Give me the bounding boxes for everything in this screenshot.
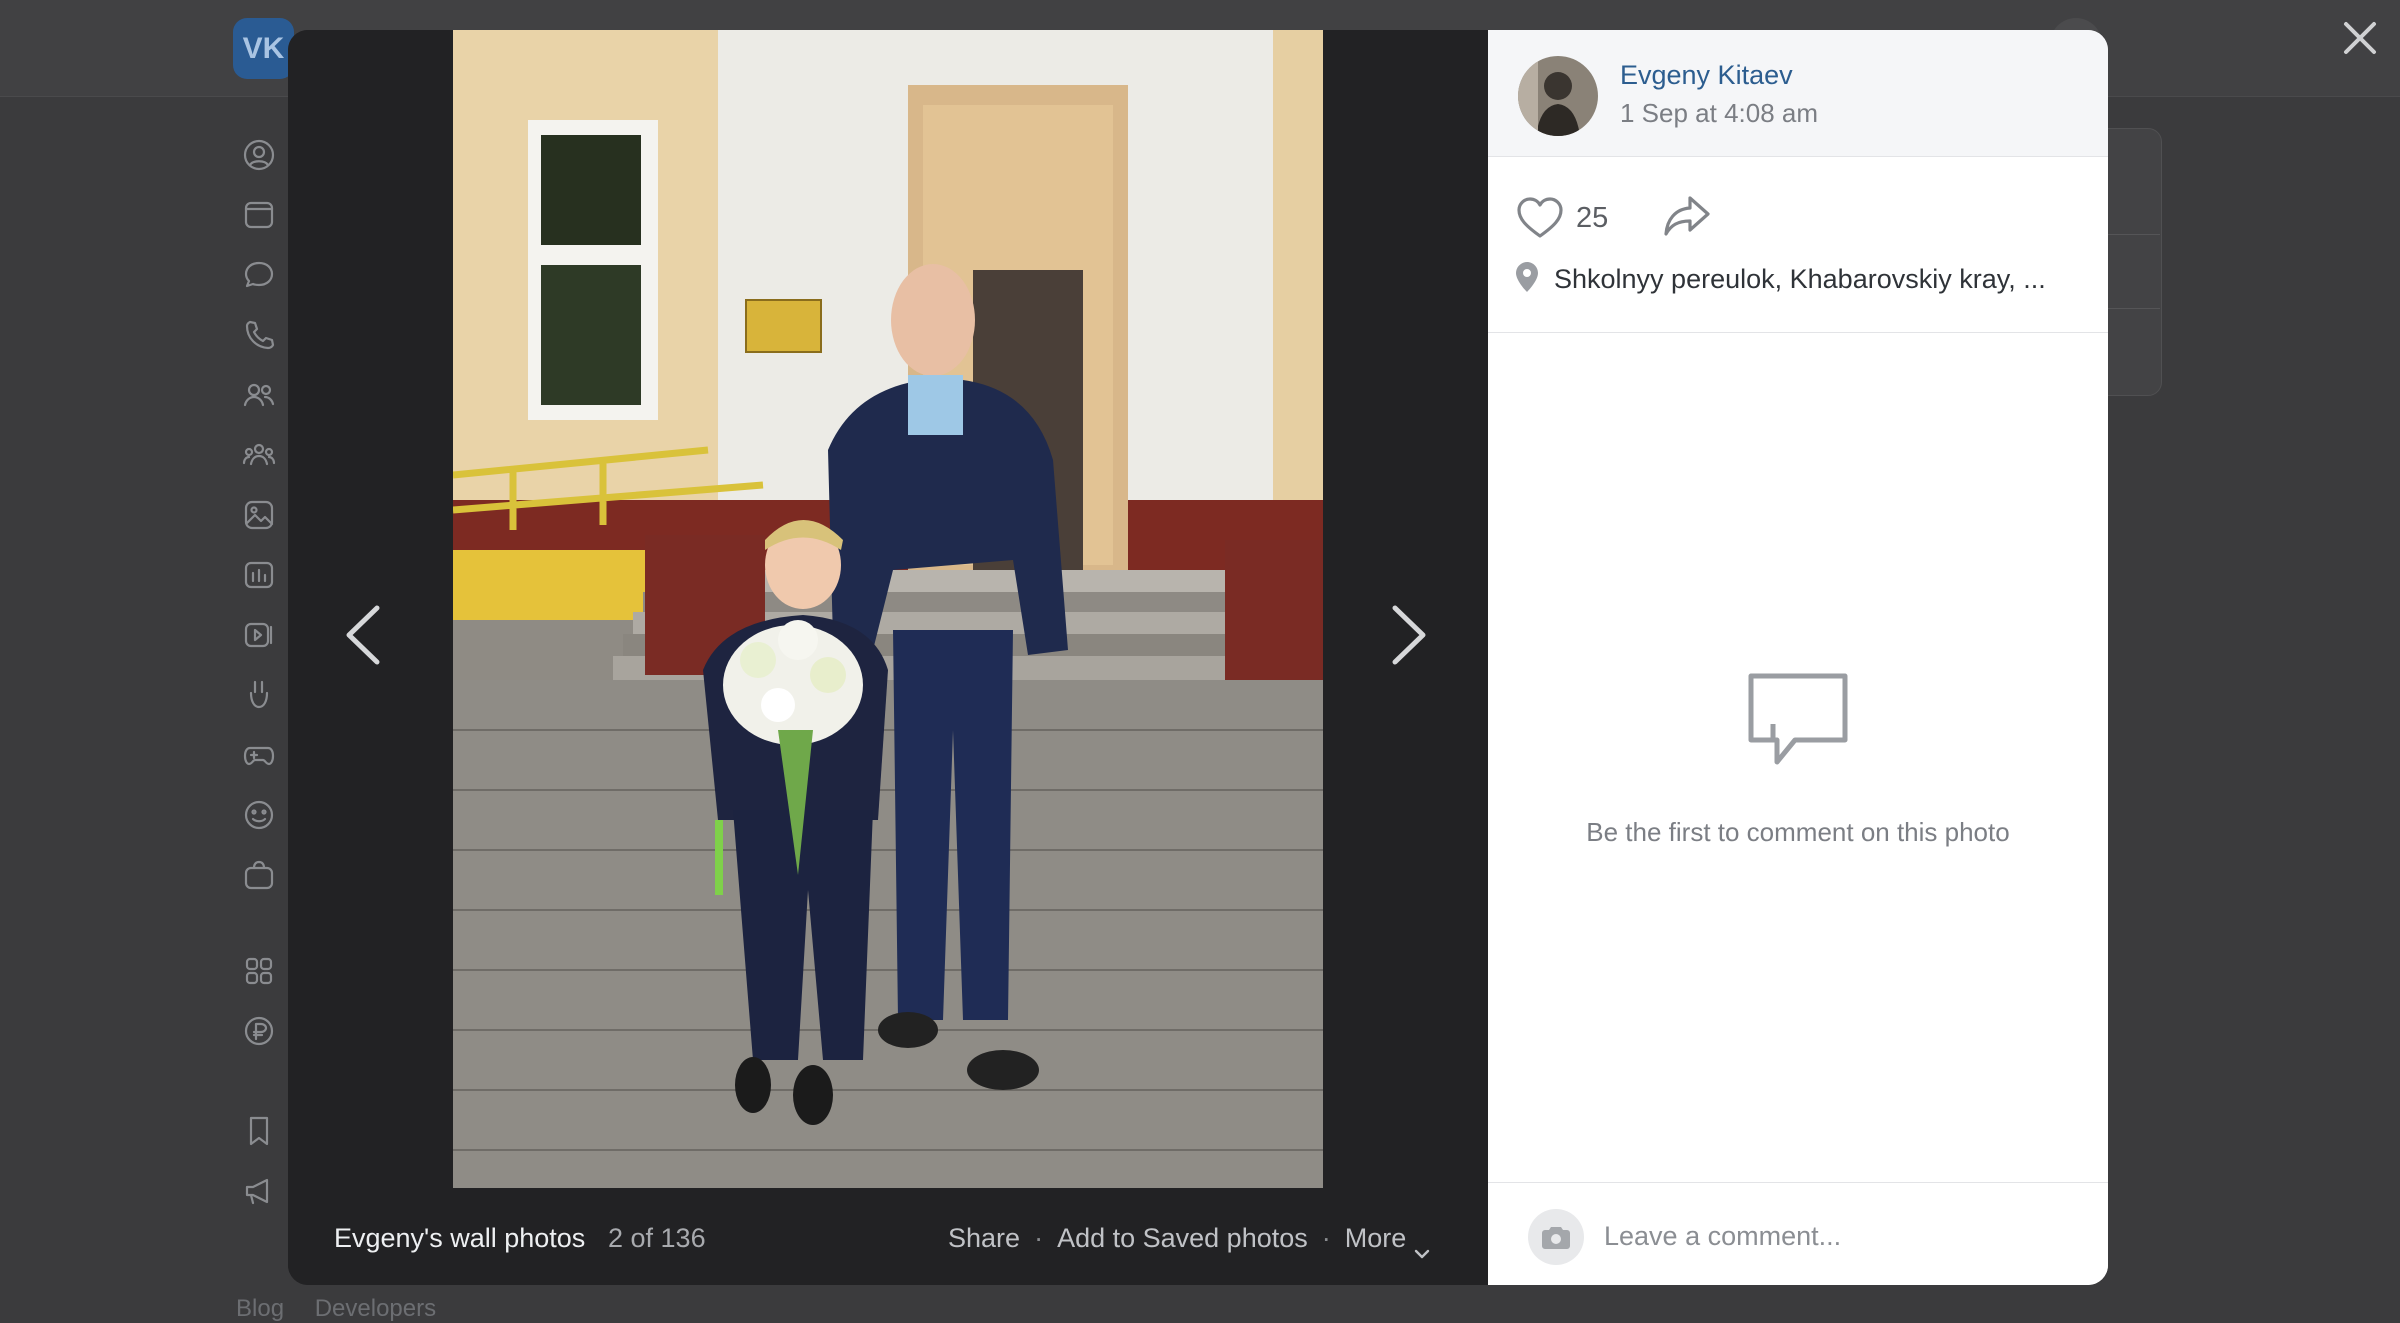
music-icon bbox=[234, 550, 284, 600]
ads-icon bbox=[234, 1166, 284, 1216]
empty-comments-state: Be the first to comment on this photo bbox=[1488, 670, 2108, 848]
chevron-right-icon bbox=[1392, 605, 1426, 665]
bookmarks-icon bbox=[234, 1106, 284, 1156]
photo-footer: Evgeny's wall photos 2 of 136 Share · Ad… bbox=[288, 1188, 1488, 1285]
comments-icon bbox=[1488, 670, 2108, 775]
photo-counter: 2 of 136 bbox=[608, 1223, 706, 1253]
empty-comments-text: Be the first to comment on this photo bbox=[1586, 817, 2010, 847]
photo-actions: Share · Add to Saved photos · More bbox=[948, 1223, 1431, 1259]
like-button[interactable]: 25 bbox=[1516, 188, 1608, 248]
footer-link-blog[interactable]: Blog bbox=[236, 1295, 284, 1322]
add-to-saved-link[interactable]: Add to Saved photos bbox=[1057, 1223, 1308, 1254]
messages-icon bbox=[234, 250, 284, 300]
chevron-down-icon bbox=[1414, 1235, 1430, 1259]
photo[interactable] bbox=[453, 30, 1323, 1188]
background-footer: Blog Developers bbox=[236, 1295, 460, 1323]
photo-viewer: Evgeny's wall photos 2 of 136 Share · Ad… bbox=[288, 30, 2108, 1285]
location-text: Shkolnyy pereulok, Khabarovskiy kray, ..… bbox=[1554, 264, 2046, 294]
location-link[interactable]: Shkolnyy pereulok, Khabarovskiy kray, ..… bbox=[1516, 262, 2046, 297]
games-icon bbox=[234, 730, 284, 780]
stickers-icon bbox=[234, 790, 284, 840]
chevron-left-icon bbox=[346, 605, 380, 665]
vk-pay-icon bbox=[234, 1006, 284, 1056]
next-photo-button[interactable] bbox=[1374, 590, 1444, 680]
comment-composer bbox=[1488, 1182, 2108, 1285]
comment-input[interactable] bbox=[1598, 1205, 2086, 1267]
video-icon bbox=[234, 610, 284, 660]
close-icon bbox=[2344, 22, 2376, 54]
attach-photo-button[interactable] bbox=[1528, 1209, 1584, 1265]
album-title[interactable]: Evgeny's wall photos bbox=[334, 1223, 585, 1254]
calls-icon bbox=[234, 310, 284, 360]
camera-icon bbox=[1542, 1227, 1570, 1249]
photo-side-panel: Evgeny Kitaev 1 Sep at 4:08 am 25 Shkoln… bbox=[1488, 30, 2108, 1285]
like-count: 25 bbox=[1576, 201, 1609, 234]
more-menu-button[interactable]: More bbox=[1344, 1223, 1431, 1259]
previous-photo-button[interactable] bbox=[328, 590, 398, 680]
clips-icon bbox=[234, 670, 284, 720]
photos-icon bbox=[234, 490, 284, 540]
separator: · bbox=[1321, 1223, 1331, 1253]
apps-icon bbox=[234, 946, 284, 996]
author-avatar[interactable] bbox=[1518, 56, 1598, 136]
photo-image bbox=[453, 30, 1323, 1188]
share-arrow-icon bbox=[1664, 196, 1710, 236]
more-label: More bbox=[1344, 1223, 1407, 1253]
share-button[interactable] bbox=[1662, 194, 1712, 244]
communities-icon bbox=[234, 430, 284, 480]
market-icon bbox=[234, 850, 284, 900]
footer-link-developers[interactable]: Developers bbox=[315, 1295, 436, 1322]
photo-area: Evgeny's wall photos 2 of 136 Share · Ad… bbox=[288, 30, 1488, 1285]
profile-icon bbox=[234, 130, 284, 180]
heart-icon bbox=[1517, 197, 1563, 238]
share-link[interactable]: Share bbox=[948, 1223, 1020, 1254]
divider bbox=[1488, 332, 2108, 333]
author-name-link[interactable]: Evgeny Kitaev bbox=[1620, 60, 1793, 91]
separator: · bbox=[1034, 1223, 1044, 1253]
location-pin-icon bbox=[1516, 262, 1538, 297]
news-icon bbox=[234, 190, 284, 240]
reaction-row: 25 bbox=[1488, 188, 2108, 248]
friends-icon bbox=[234, 370, 284, 420]
close-viewer-button[interactable] bbox=[2336, 14, 2384, 62]
vk-logo: VK bbox=[233, 18, 294, 79]
post-header: Evgeny Kitaev 1 Sep at 4:08 am bbox=[1488, 30, 2108, 157]
post-date[interactable]: 1 Sep at 4:08 am bbox=[1620, 98, 1818, 129]
